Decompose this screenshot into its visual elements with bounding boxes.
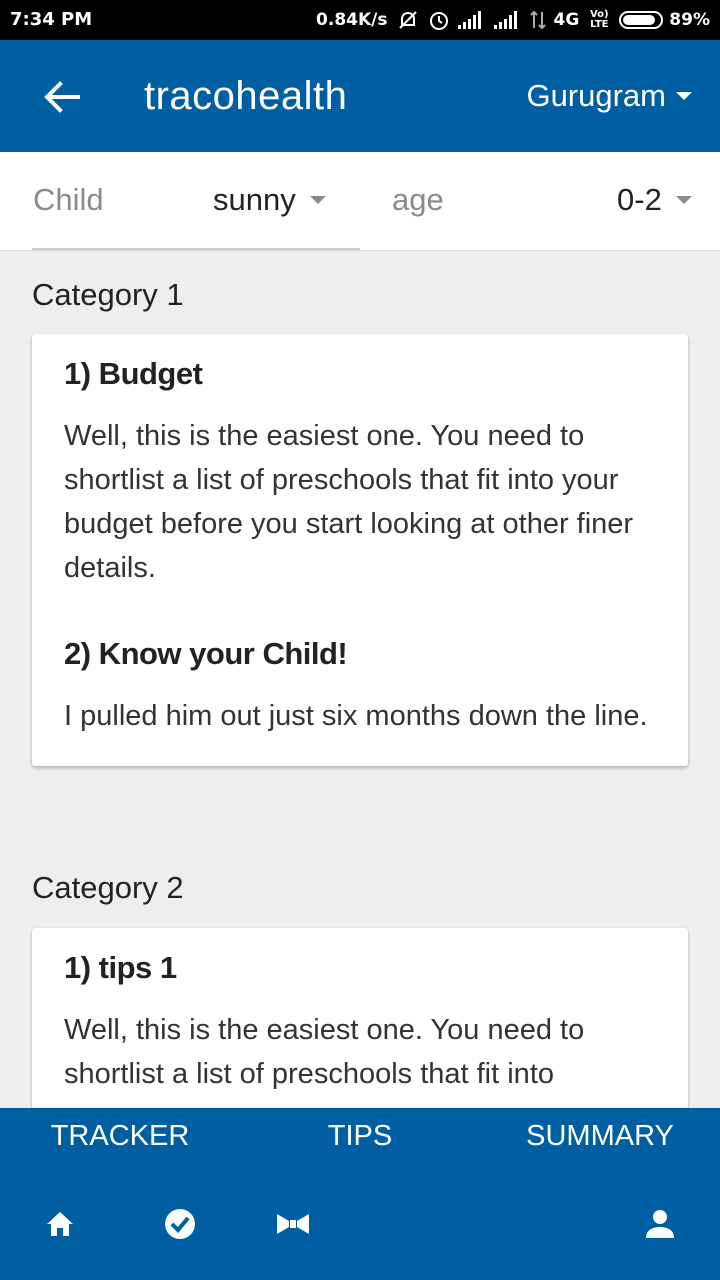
- nav-home[interactable]: [40, 1204, 80, 1244]
- data-arrows-icon: [529, 10, 546, 30]
- child-select-underline: [32, 248, 360, 250]
- battery-percent: 89%: [669, 10, 710, 30]
- nav-profile[interactable]: [640, 1204, 680, 1244]
- status-time: 7:34 PM: [10, 9, 93, 30]
- mute-bell-icon: [398, 11, 417, 29]
- age-label: age: [392, 182, 444, 217]
- arrow-left-icon: [44, 81, 80, 113]
- filter-row: Child sunny age 0-2: [0, 152, 720, 251]
- tip-title: 2) Know your Child!: [64, 636, 348, 671]
- tip-body: Well, this is the easiest one. You need …: [64, 420, 634, 584]
- network-type: 4G: [553, 10, 580, 30]
- tab-tips[interactable]: TIPS: [240, 1120, 480, 1153]
- city-label: Gurugram: [526, 78, 666, 113]
- child-value: sunny: [213, 182, 296, 217]
- back-button[interactable]: [40, 74, 90, 120]
- tips-card: 1) Budget Well, this is the easiest one.…: [32, 334, 688, 766]
- signal-2-icon: [493, 11, 517, 29]
- nav-check[interactable]: [160, 1204, 200, 1244]
- nav-bowtie[interactable]: [273, 1204, 313, 1244]
- tab-summary[interactable]: SUMMARY: [480, 1120, 720, 1153]
- city-dropdown[interactable]: Gurugram: [526, 78, 692, 114]
- dropdown-arrow-icon: [675, 196, 692, 204]
- tips-card: 1) tips 1 Well, this is the easiest one.…: [32, 928, 688, 1128]
- battery-icon: [619, 11, 664, 29]
- tip-body: Well, this is the easiest one. You need …: [64, 1014, 585, 1090]
- bottom-nav: TRACKER TIPS SUMMARY: [0, 1108, 720, 1280]
- dropdown-arrow-icon: [676, 92, 692, 100]
- category-heading: Category 2: [32, 870, 184, 905]
- category-heading: Category 1: [32, 277, 184, 312]
- tip-title: 1) tips 1: [64, 950, 177, 985]
- person-icon: [646, 1210, 674, 1238]
- child-label: Child: [33, 182, 104, 217]
- app-title: tracohealth: [144, 74, 348, 118]
- app-bar: tracohealth Gurugram: [0, 40, 720, 152]
- check-circle-icon: [165, 1209, 195, 1239]
- volte-badge: Vo) LTE: [589, 9, 609, 30]
- age-select[interactable]: 0-2: [617, 182, 692, 218]
- status-bar: 7:34 PM 0.84K/s 4G Vo) LTE 89%: [0, 0, 720, 40]
- alarm-icon: [429, 12, 448, 30]
- age-value: 0-2: [617, 182, 662, 217]
- dropdown-arrow-icon: [309, 196, 326, 204]
- tip-body: I pulled him out just six months down th…: [64, 700, 648, 732]
- signal-1-icon: [457, 11, 481, 29]
- bow-tie-icon: [277, 1214, 309, 1234]
- child-select[interactable]: sunny: [213, 182, 326, 218]
- battery: 89%: [619, 10, 710, 30]
- status-right: 0.84K/s 4G Vo) LTE 89%: [316, 9, 710, 31]
- tip-title: 1) Budget: [64, 356, 203, 391]
- net-speed: 0.84K/s: [316, 10, 388, 30]
- tab-tracker[interactable]: TRACKER: [0, 1120, 240, 1153]
- home-icon: [47, 1212, 73, 1236]
